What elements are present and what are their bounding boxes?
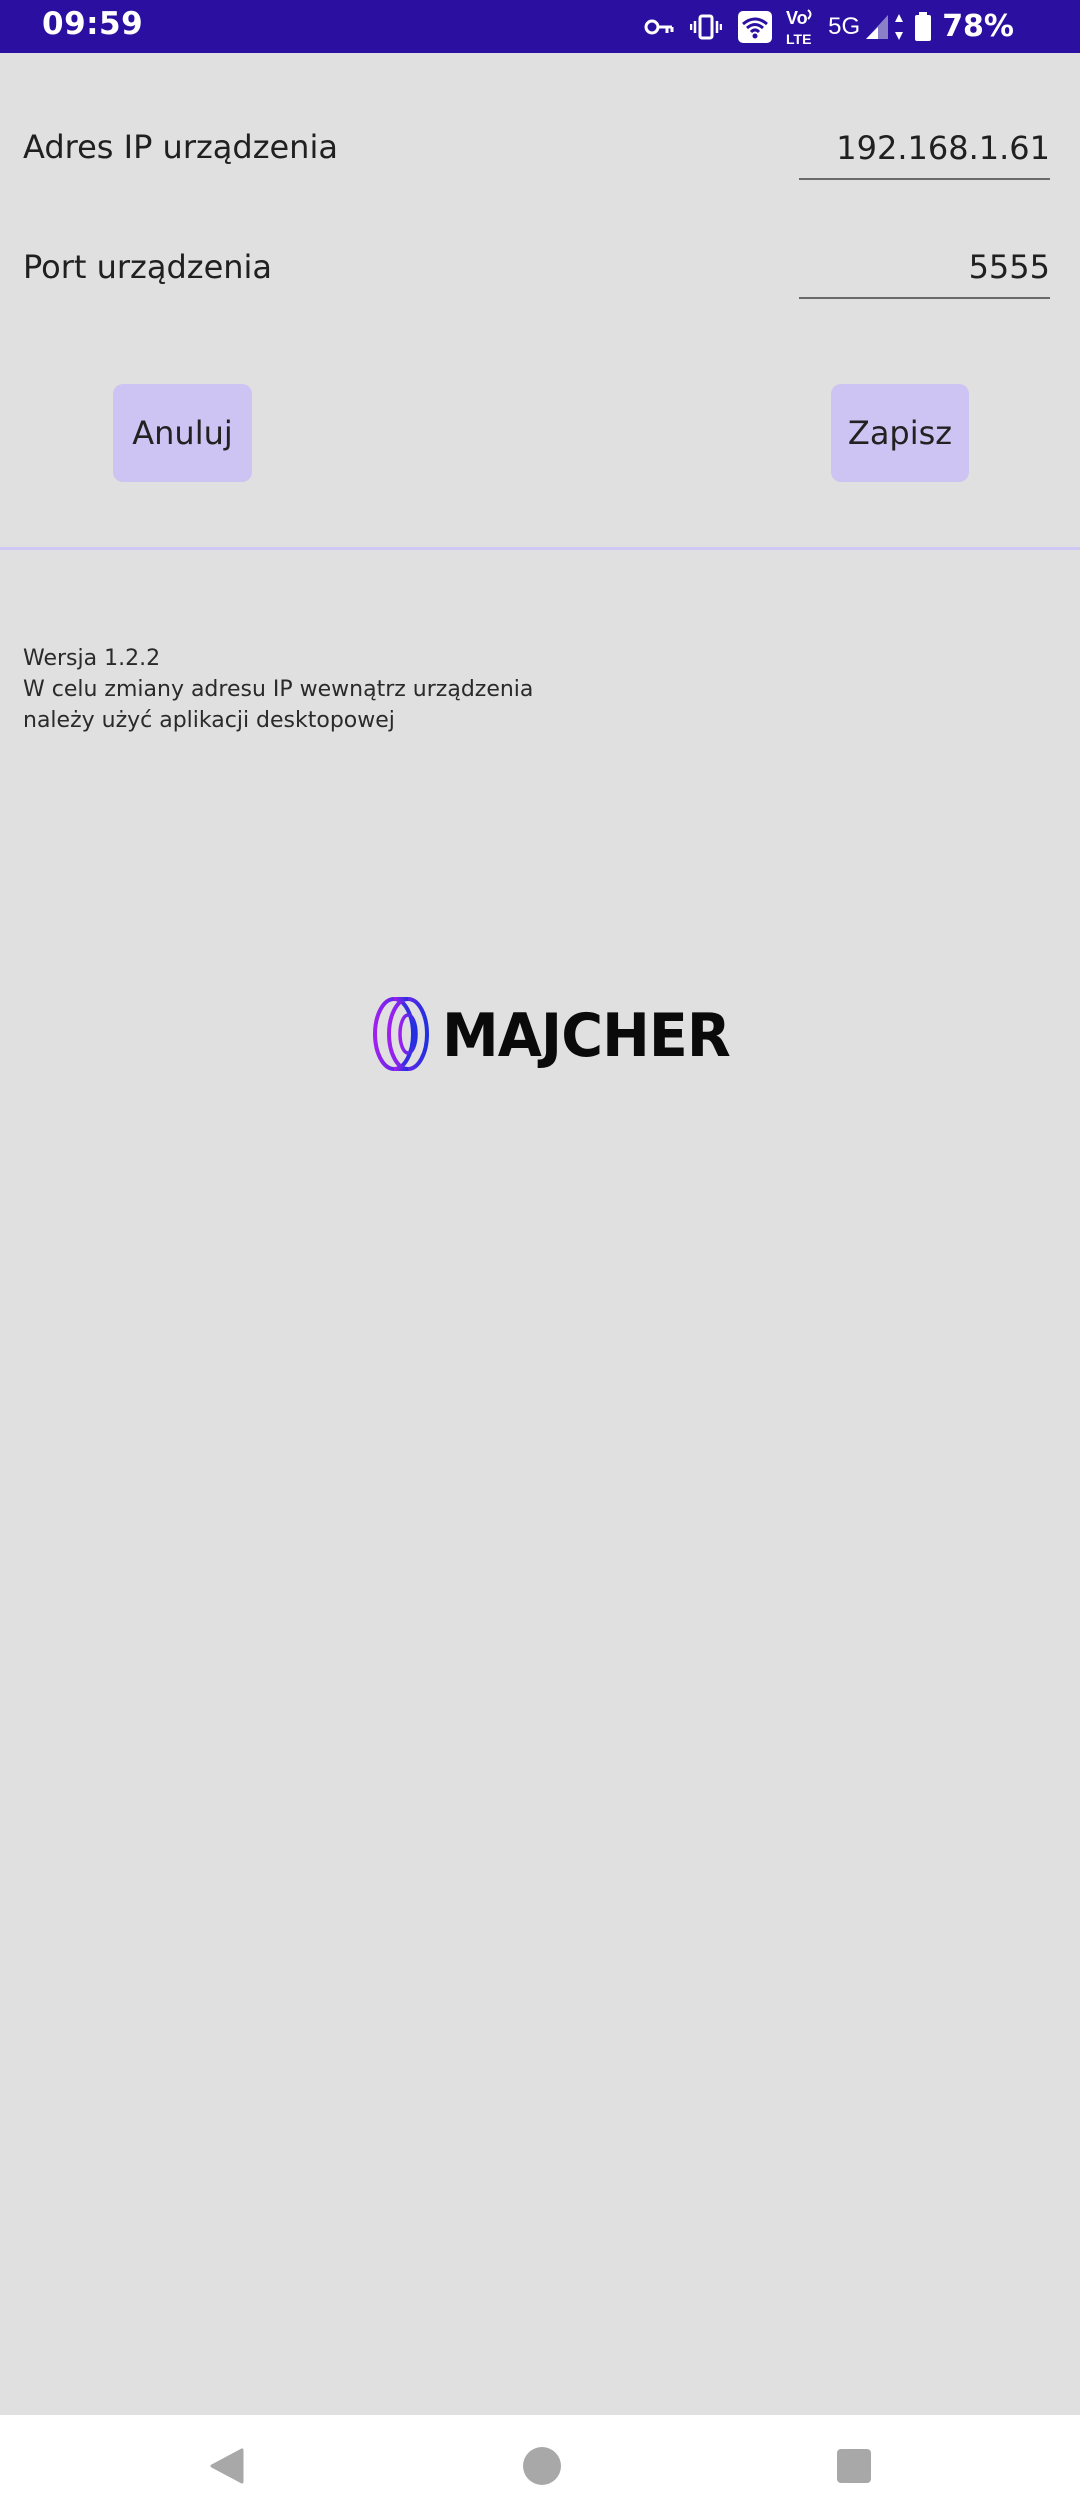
version-text: Wersja 1.2.2	[23, 646, 161, 671]
info-line-1: W celu zmiany adresu IP wewnątrz urządze…	[23, 677, 534, 702]
battery-percent: 78%	[942, 9, 1014, 44]
status-bar: 09:59 Vo LTE 5G 78%	[0, 0, 1080, 53]
tire-icon	[372, 996, 432, 1076]
logo-text: MAJCHER	[442, 1001, 731, 1071]
vibrate-icon	[690, 14, 723, 40]
port-input[interactable]	[799, 237, 1050, 299]
info-text: Wersja 1.2.2 W celu zmiany adresu IP wew…	[23, 643, 533, 736]
info-line-2: należy użyć aplikacji desktopowej	[23, 708, 395, 733]
recents-button[interactable]	[794, 2415, 914, 2520]
divider	[0, 547, 1080, 550]
majcher-logo: MAJCHER	[372, 996, 731, 1076]
home-icon	[522, 2446, 562, 2490]
ip-address-input[interactable]	[799, 118, 1050, 180]
network-5g-label: 5G	[828, 12, 861, 40]
back-button[interactable]	[168, 2415, 288, 2520]
status-icons: Vo LTE 5G 78%	[644, 0, 1080, 53]
vpn-key-icon	[644, 17, 674, 37]
navigation-bar	[0, 2415, 1080, 2520]
battery-icon	[914, 11, 932, 42]
home-button[interactable]	[482, 2415, 602, 2520]
wifi-icon	[738, 10, 773, 43]
back-icon	[208, 2446, 248, 2490]
ip-address-label: Adres IP urządzenia	[23, 128, 338, 166]
cancel-button[interactable]: Anuluj	[113, 384, 252, 482]
svg-text:Vo: Vo	[786, 8, 808, 28]
save-button[interactable]: Zapisz	[831, 384, 969, 482]
port-label: Port urządzenia	[23, 248, 273, 286]
volte-icon: Vo LTE	[784, 7, 818, 47]
svg-text:LTE: LTE	[786, 31, 811, 47]
recents-icon	[836, 2448, 872, 2488]
data-arrows-icon	[894, 13, 904, 41]
status-time: 09:59	[42, 6, 144, 42]
signal-icon	[864, 13, 890, 41]
